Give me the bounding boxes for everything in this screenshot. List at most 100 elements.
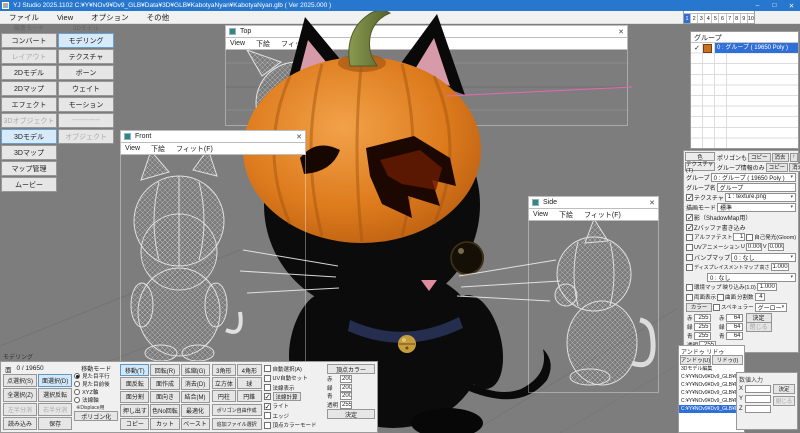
point-select-button[interactable]: 点選択(S) [3, 374, 37, 387]
division-field[interactable]: 4 [755, 293, 765, 301]
color-button[interactable]: カラー [686, 303, 712, 312]
viewport-top-canvas[interactable] [225, 50, 628, 126]
rotate-button[interactable]: 回転(R) [150, 364, 179, 376]
displacement-dropdown[interactable]: 0 : なし▾ [707, 273, 796, 282]
extrude-button[interactable]: 押し出す [120, 404, 149, 416]
clear-button[interactable]: 消去 [772, 153, 789, 162]
layer-4[interactable]: 4 [704, 14, 711, 23]
viewport-side-canvas[interactable] [528, 221, 659, 393]
sidebar-item-3dmodel[interactable]: 3Dモデル [1, 129, 57, 144]
clear-button[interactable]: 消去 [789, 163, 800, 172]
history-list[interactable]: 3Dモデル編集 C:¥Y¥NOv9¥Dv9_GLB¥Dat C:¥Y¥NOv9¥… [679, 365, 744, 413]
up-arrow-button[interactable]: ↑ [790, 153, 799, 162]
vertex-color-mode-checkbox[interactable] [264, 422, 271, 429]
radio-view-parallel[interactable] [74, 373, 80, 379]
layer-7[interactable]: 7 [726, 14, 733, 23]
displacement-checkbox[interactable] [686, 264, 693, 271]
sidebar-item-motion[interactable]: モーション [58, 97, 114, 112]
sidebar-item-bone[interactable]: ボーン [58, 65, 114, 80]
sidebar-item-movie[interactable]: ムービー [1, 177, 57, 192]
bumpmap-dropdown[interactable]: 0 : なし▾ [731, 253, 796, 262]
radio-view-depth[interactable] [74, 381, 80, 387]
selfglow-checkbox[interactable] [746, 234, 753, 241]
invert-selection-button[interactable]: 選択反転 [38, 388, 72, 401]
minimize-button[interactable]: – [749, 0, 766, 11]
scale-button[interactable]: 拡縮(G) [181, 364, 210, 376]
menu-fit[interactable]: フィット(F) [281, 39, 318, 49]
menu-options[interactable]: オプション [82, 12, 138, 23]
history-item-selected[interactable]: C:¥Y¥NOv9¥Dv9_GLB¥Dat [679, 405, 744, 413]
specular-r-field[interactable]: 64 [726, 314, 743, 322]
face-select-button[interactable]: 面選択(D) [38, 374, 72, 387]
close-icon[interactable]: ✕ [618, 28, 624, 36]
delete-button[interactable]: 消去(D) [181, 377, 210, 389]
layer-9[interactable]: 9 [740, 14, 747, 23]
drawmode-dropdown[interactable]: 標準▾ [717, 203, 796, 212]
free-polygon-button[interactable]: ポリゴン自由作成 [212, 404, 262, 416]
diffuse-g-field[interactable]: 255 [694, 323, 711, 331]
normal-calc-button[interactable]: 法線計算 [273, 392, 301, 401]
close-button[interactable]: ✕ [783, 0, 800, 11]
layer-2[interactable]: 2 [690, 14, 697, 23]
vc-r-field[interactable]: 200 [340, 375, 352, 383]
layer-6[interactable]: 6 [718, 14, 725, 23]
layer-3[interactable]: 3 [697, 14, 704, 23]
copy-button[interactable]: コピー [748, 153, 771, 162]
shadow-checkbox[interactable] [686, 214, 693, 221]
sidebar-item-mapmanage[interactable]: マップ管理 [1, 161, 57, 176]
app-titlebar[interactable]: YJ Studio 2025.1102 C:¥Y¥NOv9¥Dv9_GLB¥Da… [0, 0, 800, 11]
layer-10[interactable]: 10 [747, 14, 754, 23]
color-rotate-button[interactable]: 色No回転 [150, 404, 179, 416]
layer-5[interactable]: 5 [711, 14, 718, 23]
menu-fit[interactable]: フィット(F) [176, 144, 213, 154]
menu-others[interactable]: その他 [138, 12, 179, 23]
vc-b-field[interactable]: 200 [340, 392, 352, 400]
save-button[interactable]: 保存 [38, 417, 72, 430]
sidebar-item-modeling[interactable]: モデリング [58, 33, 114, 48]
menu-view[interactable]: View [533, 211, 548, 218]
quad-button[interactable]: 4角形 [237, 364, 261, 376]
curved-checkbox[interactable] [717, 294, 724, 301]
auto-select-checkbox[interactable] [264, 365, 271, 372]
radio-normal-axis[interactable] [74, 397, 80, 403]
split-face-button[interactable]: 面分割 [120, 391, 149, 403]
polygonize-button[interactable]: ポリゴン化 [74, 411, 118, 421]
copy-button[interactable]: コピー [766, 163, 789, 172]
specular-b-field[interactable]: 64 [726, 332, 743, 340]
texture-checkbox[interactable] [686, 194, 693, 201]
menu-view[interactable]: View [125, 145, 140, 152]
cone-button[interactable]: 円錐 [237, 390, 261, 402]
menu-underlay[interactable]: 下絵 [256, 39, 270, 49]
layer-8[interactable]: 8 [733, 14, 740, 23]
flip-face-button[interactable]: 面反転 [120, 377, 149, 389]
diffuse-b-field[interactable]: 255 [694, 332, 711, 340]
close-icon[interactable]: ✕ [649, 199, 655, 207]
history-item[interactable]: C:¥Y¥NOv9¥Dv9_GLB¥Dat [679, 397, 744, 405]
sidebar-item-convert[interactable]: コンバート [1, 33, 57, 48]
face-direction-button[interactable]: 面向き [150, 391, 179, 403]
uv-autoset-checkbox[interactable] [264, 375, 271, 382]
normal-calc-checkbox[interactable] [264, 393, 271, 400]
vc-g-field[interactable]: 200 [340, 384, 352, 392]
v-field[interactable]: 0.000 [768, 243, 784, 251]
sidebar-item-2dmap[interactable]: 2Dマップ [1, 81, 57, 96]
viewport-side-titlebar[interactable]: Side ✕ [528, 196, 659, 209]
history-item[interactable]: 3Dモデル編集 [679, 365, 744, 373]
group-row-label[interactable]: 0 : グループ ( 19650 Poly ) [715, 43, 798, 53]
group-list[interactable]: ✓ 0 : グループ ( 19650 Poly ) [691, 43, 798, 148]
y-field[interactable] [745, 395, 771, 403]
select-all-button[interactable]: 全選択(Z) [3, 388, 37, 401]
menu-underlay[interactable]: 下絵 [559, 210, 573, 220]
light-checkbox[interactable] [264, 403, 271, 410]
close-icon[interactable]: ✕ [296, 133, 302, 141]
redo-button[interactable]: リドゥ(I) [712, 355, 743, 365]
copy-button[interactable]: コピー [120, 418, 149, 430]
group-dropdown[interactable]: 0 : グループ ( 19650 Poly )▾ [711, 173, 796, 182]
diffuse-r-field[interactable]: 255 [694, 314, 711, 322]
triangle-button[interactable]: 3角形 [212, 364, 236, 376]
doubleside-checkbox[interactable] [686, 294, 693, 301]
add-file-select-button[interactable]: 追加ファイル選択 [212, 418, 262, 430]
create-face-button[interactable]: 面作成 [150, 377, 179, 389]
history-item[interactable]: C:¥Y¥NOv9¥Dv9_GLB¥Dat [679, 381, 744, 389]
viewport-front-canvas[interactable] [120, 155, 306, 362]
